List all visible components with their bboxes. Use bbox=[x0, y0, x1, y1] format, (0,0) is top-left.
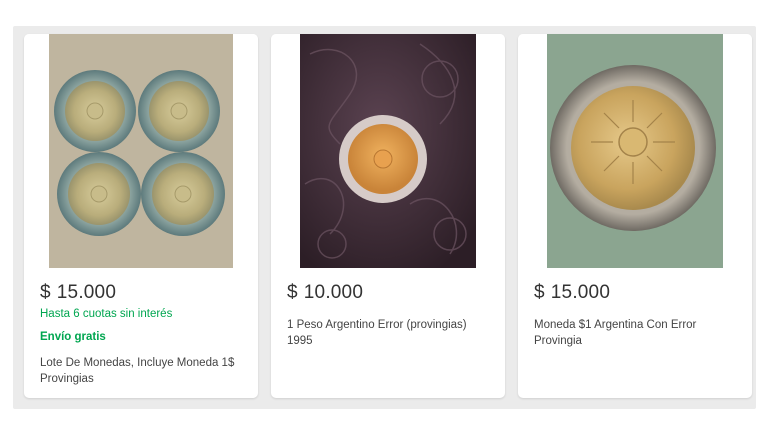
search-results-grid: $ 15.000 Hasta 6 cuotas sin interés Enví… bbox=[13, 26, 756, 409]
product-title[interactable]: Moneda $1 Argentina Con Error Provingia bbox=[534, 317, 740, 349]
price-amount: 10.000 bbox=[303, 282, 364, 303]
product-title[interactable]: Lote De Monedas, Incluye Moneda 1$ Provi… bbox=[40, 355, 246, 387]
product-card[interactable]: $ 15.000 Moneda $1 Argentina Con Error P… bbox=[518, 34, 752, 398]
free-shipping-label: Envío gratis bbox=[40, 331, 106, 343]
product-image[interactable] bbox=[271, 34, 505, 268]
price-currency: $ bbox=[534, 282, 545, 303]
coin-on-leather-photo bbox=[300, 34, 476, 268]
installments-label: Hasta 6 cuotas sin interés bbox=[40, 308, 173, 320]
price: $ 15.000 bbox=[40, 282, 246, 304]
four-coins-photo bbox=[49, 34, 233, 268]
price: $ 10.000 bbox=[287, 282, 493, 304]
single-coin-closeup-photo bbox=[547, 34, 723, 268]
product-card[interactable]: $ 15.000 Hasta 6 cuotas sin interés Enví… bbox=[24, 34, 258, 398]
price-currency: $ bbox=[40, 282, 51, 303]
product-title[interactable]: 1 Peso Argentino Error (provingias) 1995 bbox=[287, 317, 493, 349]
product-card[interactable]: $ 10.000 1 Peso Argentino Error (proving… bbox=[271, 34, 505, 398]
product-image[interactable] bbox=[24, 34, 258, 268]
price: $ 15.000 bbox=[534, 282, 740, 304]
price-currency: $ bbox=[287, 282, 298, 303]
price-amount: 15.000 bbox=[550, 282, 611, 303]
price-amount: 15.000 bbox=[56, 282, 117, 303]
product-image[interactable] bbox=[518, 34, 752, 268]
